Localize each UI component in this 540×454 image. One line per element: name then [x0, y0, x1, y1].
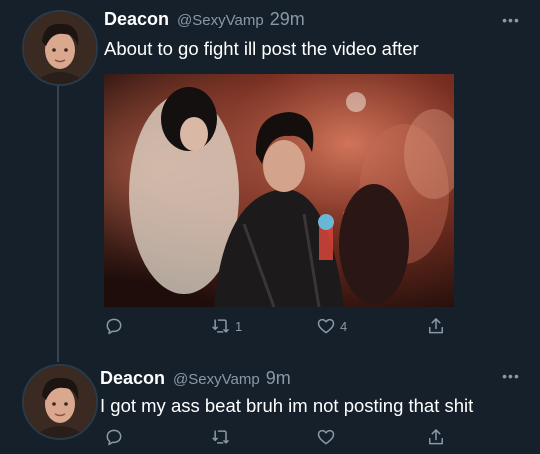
tweet-header: Deacon @SexyVamp 9m — [100, 368, 291, 389]
like-icon — [317, 429, 335, 445]
tweet-media-image[interactable] — [104, 74, 454, 307]
avatar-image — [24, 12, 96, 84]
reply-button[interactable] — [104, 427, 124, 447]
avatar[interactable] — [22, 10, 98, 86]
tweet-text: I got my ass beat bruh im not posting th… — [100, 395, 474, 416]
tweet-actions: 1 4 — [0, 316, 540, 340]
retweet-button[interactable]: 1 — [211, 316, 242, 336]
media-photo — [104, 74, 454, 307]
tweet-text: About to go fight ill post the video aft… — [104, 38, 419, 59]
share-icon — [429, 429, 443, 445]
like-count: 4 — [340, 318, 348, 334]
share-button[interactable] — [426, 427, 446, 447]
like-button[interactable]: 4 — [316, 316, 347, 336]
like-icon — [317, 318, 335, 334]
tweet-actions — [0, 427, 540, 451]
more-icon[interactable]: ••• — [500, 368, 522, 384]
display-name[interactable]: Deacon — [104, 9, 169, 29]
share-button[interactable] — [426, 316, 446, 336]
more-icon[interactable]: ••• — [500, 12, 522, 28]
user-handle[interactable]: @SexyVamp — [177, 12, 264, 29]
tweet-header: Deacon @SexyVamp 29m — [104, 9, 305, 30]
retweet-button[interactable] — [211, 427, 235, 447]
tweet-2[interactable]: Deacon @SexyVamp 9m ••• I got my ass beat … — [0, 360, 540, 454]
display-name[interactable]: Deacon — [100, 368, 165, 388]
tweet-1[interactable]: Deacon @SexyVamp 29m ••• About to go fight… — [0, 0, 540, 360]
timestamp[interactable]: 29m — [270, 9, 305, 29]
share-icon — [429, 318, 443, 334]
user-handle[interactable]: @SexyVamp — [173, 371, 260, 388]
retweet-icon — [212, 430, 229, 444]
reply-icon — [106, 429, 122, 446]
reply-icon — [106, 318, 122, 335]
retweet-count: 1 — [235, 318, 243, 334]
timestamp[interactable]: 9m — [266, 368, 291, 388]
reply-button[interactable] — [104, 316, 124, 336]
retweet-icon — [212, 319, 229, 333]
like-button[interactable] — [316, 427, 340, 447]
